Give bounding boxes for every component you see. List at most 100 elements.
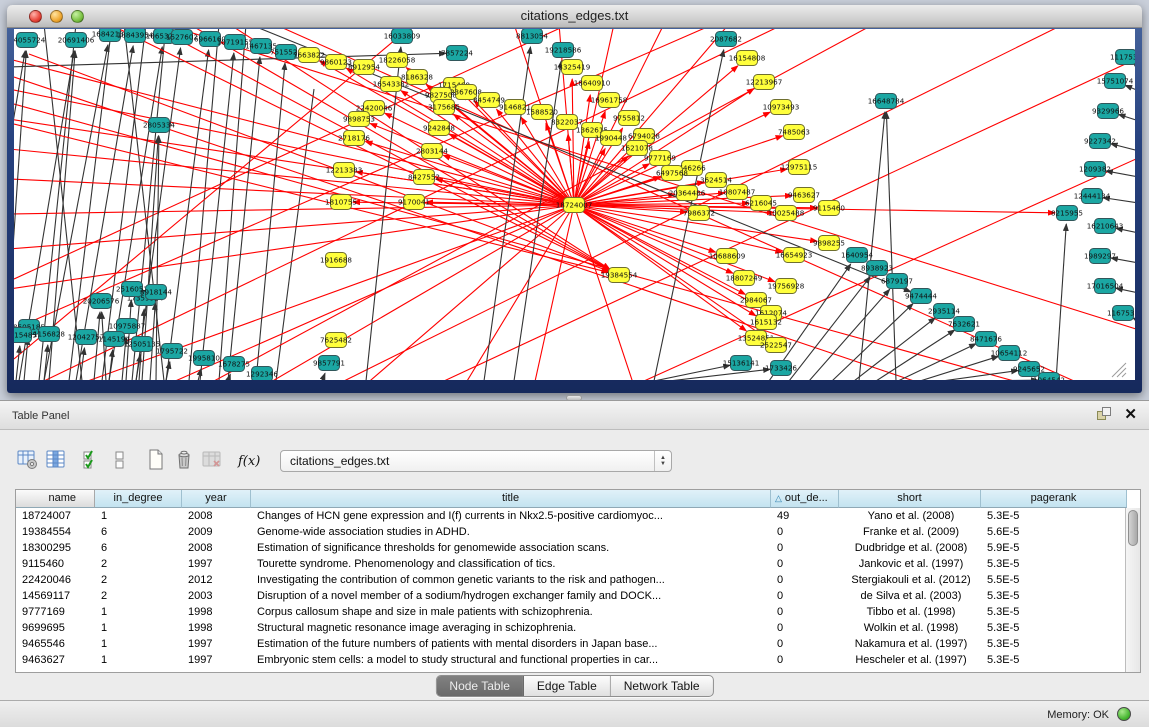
table-cell[interactable]: 18300295 bbox=[16, 540, 95, 556]
table-cell[interactable]: 0 bbox=[771, 556, 839, 572]
graph-node[interactable]: 1292346 bbox=[246, 367, 278, 381]
table-cell[interactable]: 5.3E-5 bbox=[981, 636, 1125, 652]
table-cell[interactable]: 9777169 bbox=[16, 604, 95, 620]
table-row[interactable]: 1830029562008Estimation of significance … bbox=[16, 540, 1125, 556]
table-scrollbar[interactable] bbox=[1125, 508, 1140, 672]
graph-node[interactable]: 12213967 bbox=[746, 75, 783, 90]
table-cell[interactable]: 5.5E-5 bbox=[981, 572, 1125, 588]
table-cell[interactable]: Tibbo et al. (1998) bbox=[839, 604, 981, 620]
close-panel-icon[interactable]: ✕ bbox=[1124, 407, 1137, 422]
graph-node[interactable]: 12444134 bbox=[1074, 189, 1111, 204]
graph-node[interactable]: 9242848 bbox=[423, 121, 455, 136]
table-cell[interactable]: 2008 bbox=[182, 540, 251, 556]
graph-node[interactable]: 12213383 bbox=[326, 163, 363, 178]
table-cell[interactable]: 0 bbox=[771, 636, 839, 652]
graph-node[interactable]: 8427552 bbox=[408, 170, 440, 185]
table-cell[interactable]: 5.3E-5 bbox=[981, 508, 1125, 524]
graph-node[interactable]: 7632621 bbox=[948, 317, 980, 332]
column-header-name[interactable]: name bbox=[16, 490, 95, 508]
table-row[interactable]: 1938455462009Genome-wide association stu… bbox=[16, 524, 1125, 540]
select-all-button[interactable] bbox=[78, 447, 106, 475]
graph-node[interactable]: 2803144 bbox=[416, 144, 448, 159]
table-cell[interactable]: Structural magnetic resonance image aver… bbox=[251, 620, 771, 636]
graph-node[interactable]: 10688609 bbox=[709, 249, 746, 264]
table-cell[interactable]: 1 bbox=[95, 652, 182, 668]
graph-node[interactable]: 9463627 bbox=[788, 188, 820, 203]
graph-node[interactable]: 7857224 bbox=[441, 46, 473, 61]
graph-node[interactable]: 9777169 bbox=[644, 151, 676, 166]
table-cell[interactable]: Corpus callosum shape and size in male p… bbox=[251, 604, 771, 620]
graph-node[interactable]: 19384554 bbox=[601, 268, 638, 283]
graph-node[interactable]: 6879197 bbox=[881, 274, 913, 289]
graph-node[interactable]: 19756928 bbox=[768, 279, 805, 294]
graph-node[interactable]: 16210643 bbox=[1087, 219, 1124, 234]
table-cell[interactable]: Stergiakouli et al. (2012) bbox=[839, 572, 981, 588]
table-row[interactable]: 946362711997Embryonic stem cells: a mode… bbox=[16, 652, 1125, 668]
table-cell[interactable]: Yano et al. (2008) bbox=[839, 508, 981, 524]
show-columns-button[interactable] bbox=[42, 447, 70, 475]
graph-node[interactable]: 8813054 bbox=[516, 29, 548, 44]
table-cell[interactable]: 0 bbox=[771, 620, 839, 636]
graph-node[interactable]: 9474444 bbox=[905, 289, 937, 304]
table-cell[interactable]: 1997 bbox=[182, 652, 251, 668]
table-cell[interactable]: 5.3E-5 bbox=[981, 620, 1125, 636]
table-cell[interactable]: 9699695 bbox=[16, 620, 95, 636]
table-scrollbar-thumb[interactable] bbox=[1128, 510, 1138, 546]
table-cell[interactable]: Dudbridge et al. (2008) bbox=[839, 540, 981, 556]
graph-node[interactable]: 16154808 bbox=[729, 51, 766, 66]
column-header-short[interactable]: short bbox=[839, 490, 981, 508]
graph-node[interactable]: 9898753 bbox=[343, 112, 375, 127]
table-cell[interactable]: Estimation of significance thresholds fo… bbox=[251, 540, 771, 556]
table-cell[interactable]: 0 bbox=[771, 652, 839, 668]
table-cell[interactable]: Embryonic stem cells: a model to study s… bbox=[251, 652, 771, 668]
table-cell[interactable]: Disruption of a novel member of a sodium… bbox=[251, 588, 771, 604]
graph-node[interactable]: 2522547 bbox=[760, 338, 792, 353]
table-cell[interactable]: 0 bbox=[771, 524, 839, 540]
graph-node[interactable]: 10973493 bbox=[763, 100, 800, 115]
table-cell[interactable]: 0 bbox=[771, 540, 839, 556]
table-cell[interactable]: 9115460 bbox=[16, 556, 95, 572]
graph-node[interactable]: 1167533 bbox=[1107, 306, 1135, 321]
table-cell[interactable]: 1 bbox=[95, 508, 182, 524]
graph-node[interactable]: 9755812 bbox=[613, 111, 645, 126]
table-cell[interactable]: 6 bbox=[95, 540, 182, 556]
graph-node[interactable]: 2087682 bbox=[710, 32, 742, 47]
table-cell[interactable]: 1 bbox=[95, 636, 182, 652]
table-cell[interactable]: 5.3E-5 bbox=[981, 652, 1125, 668]
table-cell[interactable]: 14569117 bbox=[16, 588, 95, 604]
graph-node[interactable]: 10025488 bbox=[768, 206, 805, 221]
column-header-pagerank[interactable]: pagerank bbox=[981, 490, 1127, 508]
table-cell[interactable]: 18724007 bbox=[16, 508, 95, 524]
table-cell[interactable]: 6 bbox=[95, 524, 182, 540]
graph-node[interactable]: 9115460 bbox=[813, 201, 845, 216]
table-cell[interactable]: Changes of HCN gene expression and I(f) … bbox=[251, 508, 771, 524]
table-cell[interactable]: Jankovic et al. (1997) bbox=[839, 556, 981, 572]
graph-node[interactable]: 18807249 bbox=[726, 271, 763, 286]
column-header-year[interactable]: year bbox=[182, 490, 251, 508]
table-cell[interactable]: 2 bbox=[95, 588, 182, 604]
float-panel-icon[interactable] bbox=[1097, 407, 1112, 422]
table-cell[interactable]: 1998 bbox=[182, 604, 251, 620]
graph-node[interactable]: 12975115 bbox=[781, 160, 818, 175]
graph-node[interactable]: 1989297 bbox=[1084, 249, 1116, 264]
table-cell[interactable]: 19384554 bbox=[16, 524, 95, 540]
memory-status-icon[interactable] bbox=[1117, 707, 1131, 721]
table-cell[interactable]: 5.3E-5 bbox=[981, 556, 1125, 572]
table-cell[interactable]: 0 bbox=[771, 588, 839, 604]
table-row[interactable]: 946554611997Estimation of the future num… bbox=[16, 636, 1125, 652]
table-cell[interactable]: 0 bbox=[771, 572, 839, 588]
minimize-window-button[interactable] bbox=[50, 10, 63, 23]
table-row[interactable]: 977716911998Corpus callosum shape and si… bbox=[16, 604, 1125, 620]
graph-node[interactable]: 16654923 bbox=[776, 248, 813, 263]
delete-table-button[interactable] bbox=[198, 447, 226, 475]
dropdown-stepper-icon[interactable]: ▲▼ bbox=[654, 451, 671, 471]
graph-node[interactable]: 15136141 bbox=[723, 356, 760, 371]
table-cell[interactable]: 2009 bbox=[182, 524, 251, 540]
table-cell[interactable]: 0 bbox=[771, 604, 839, 620]
table-row[interactable]: 911546021997Tourette syndrome. Phenomeno… bbox=[16, 556, 1125, 572]
table-select-dropdown[interactable]: citations_edges.txt▲▼ bbox=[280, 450, 672, 472]
graph-node[interactable]: 16033809 bbox=[384, 29, 421, 44]
table-row[interactable]: 1872400712008Changes of HCN gene express… bbox=[16, 508, 1125, 524]
graph-node[interactable]: 18226058 bbox=[379, 53, 416, 68]
table-cell[interactable]: Hescheler et al. (1997) bbox=[839, 652, 981, 668]
